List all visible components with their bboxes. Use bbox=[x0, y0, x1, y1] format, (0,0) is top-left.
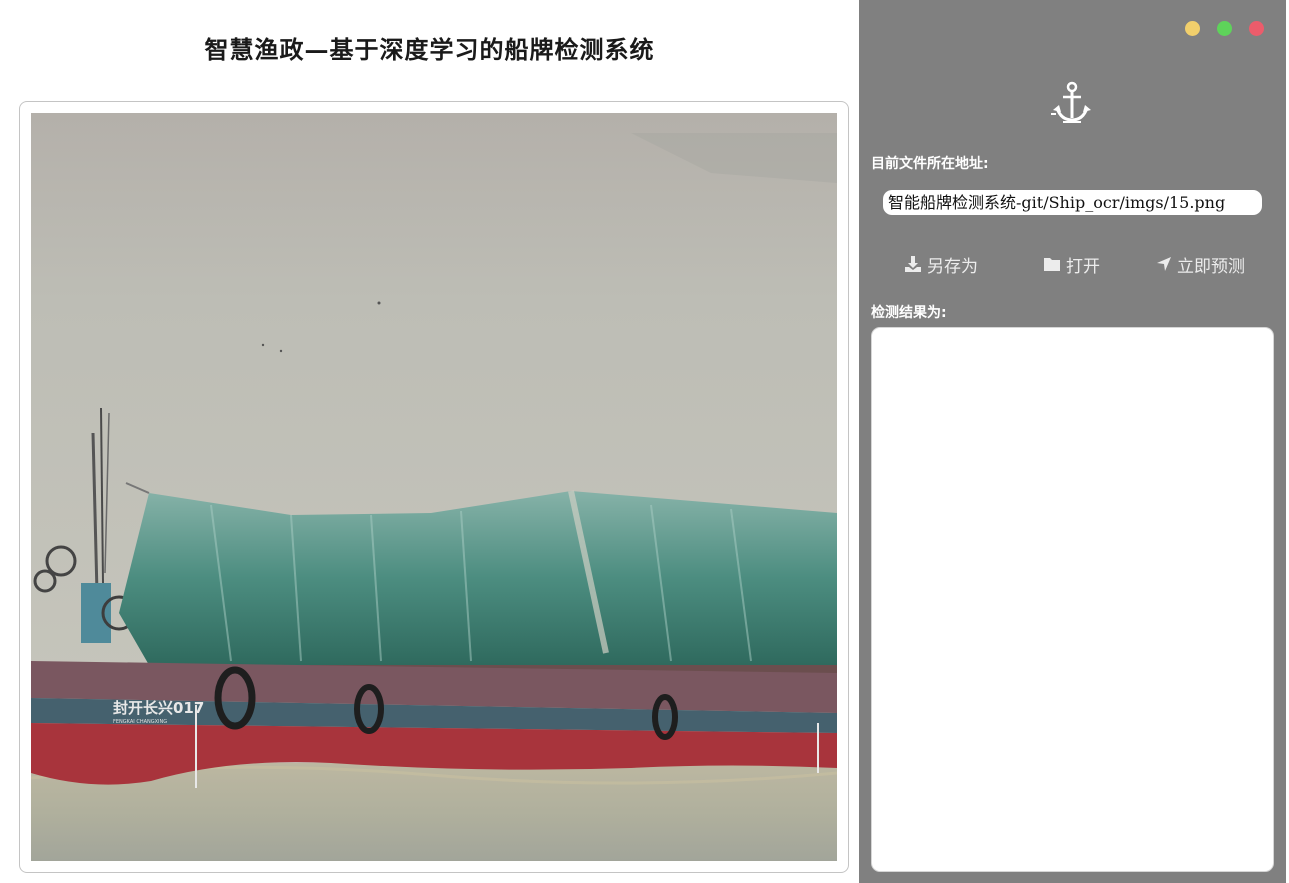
file-path-label: 目前文件所在地址: bbox=[871, 156, 989, 172]
file-path-field[interactable]: 智能船牌检测系统-git/Ship_ocr/imgs/15.png bbox=[883, 190, 1262, 215]
result-output-box[interactable] bbox=[871, 327, 1274, 872]
window-close-button[interactable] bbox=[1249, 21, 1264, 36]
window-maximize-button[interactable] bbox=[1217, 21, 1232, 36]
save-as-button[interactable]: 另存为 bbox=[904, 252, 978, 277]
save-as-label: 另存为 bbox=[927, 256, 978, 277]
hull-subtext: FENGKAI CHANGXING bbox=[113, 719, 167, 725]
predict-label: 立即预测 bbox=[1177, 256, 1245, 277]
control-panel: 目前文件所在地址: 智能船牌检测系统-git/Ship_ocr/imgs/15.… bbox=[859, 0, 1286, 883]
location-arrow-icon bbox=[1156, 256, 1172, 272]
predict-button[interactable]: 立即预测 bbox=[1156, 252, 1245, 277]
open-label: 打开 bbox=[1066, 256, 1100, 277]
ship-image: 封开长兴017 FENGKAI CHANGXING bbox=[31, 113, 837, 861]
open-button[interactable]: 打开 bbox=[1043, 252, 1100, 277]
anchor-icon bbox=[1049, 80, 1095, 126]
window-minimize-button[interactable] bbox=[1185, 21, 1200, 36]
folder-icon bbox=[1043, 256, 1061, 272]
download-icon bbox=[904, 255, 922, 273]
main-area: 智慧渔政—基于深度学习的船牌检测系统 封开长兴017 FENGKAI CHANG… bbox=[0, 0, 859, 883]
image-preview-frame: 封开长兴017 FENGKAI CHANGXING bbox=[19, 101, 849, 873]
result-label: 检测结果为: bbox=[871, 305, 947, 321]
page-title: 智慧渔政—基于深度学习的船牌检测系统 bbox=[204, 35, 655, 64]
hull-name-text: 封开长兴017 bbox=[113, 699, 204, 717]
